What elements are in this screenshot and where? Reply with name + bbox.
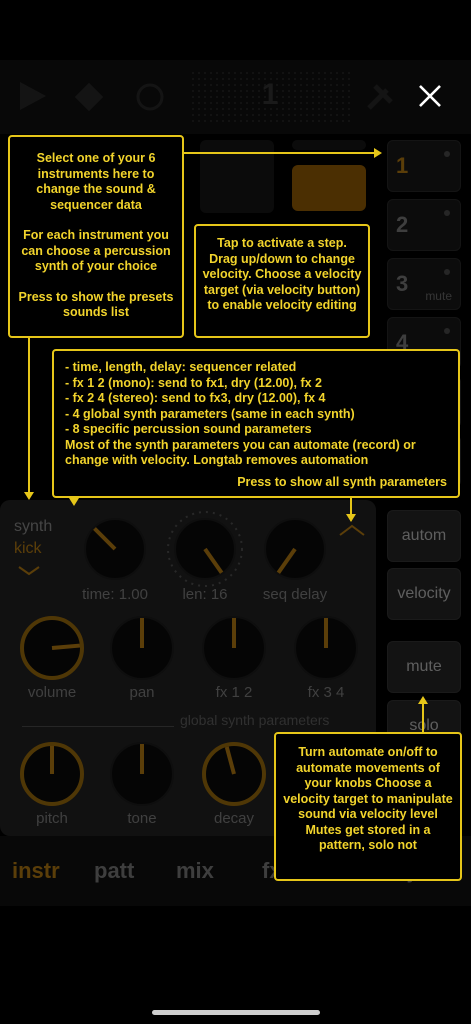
led-indicator bbox=[444, 210, 450, 216]
divider bbox=[22, 726, 174, 727]
pitch-knob[interactable] bbox=[20, 742, 84, 806]
led-indicator bbox=[444, 328, 450, 334]
velocity-button[interactable]: velocity bbox=[387, 568, 461, 620]
tone-knob[interactable] bbox=[110, 742, 174, 806]
tip-footer: Press to show all synth parameters bbox=[237, 474, 447, 489]
instrument-button-2[interactable]: 2 bbox=[387, 199, 461, 251]
stop-icon[interactable] bbox=[135, 82, 165, 112]
synth-name[interactable]: kick bbox=[14, 540, 42, 558]
tip-instrument-select: Select one of your 6 instruments here to… bbox=[8, 135, 184, 338]
tip-text: Select one of your 6 instruments here to… bbox=[36, 151, 156, 212]
volume-label: volume bbox=[27, 684, 77, 701]
led-indicator bbox=[444, 269, 450, 275]
fx12-label: fx 1 2 bbox=[215, 684, 253, 701]
length-label: len: 16 bbox=[182, 586, 228, 603]
record-icon[interactable] bbox=[72, 82, 106, 112]
autom-button[interactable]: autom bbox=[387, 510, 461, 562]
pan-knob[interactable] bbox=[110, 616, 174, 680]
tip-step-pads: Tap to activate a step. Drag up/down to … bbox=[194, 224, 370, 338]
chevron-up-icon[interactable] bbox=[339, 524, 365, 536]
play-icon[interactable] bbox=[18, 80, 48, 112]
step-pad[interactable] bbox=[292, 140, 366, 150]
step-pad[interactable] bbox=[200, 165, 274, 213]
tip-line: Most of the synth parameters you can aut… bbox=[65, 437, 416, 468]
pitch-label: pitch bbox=[36, 810, 68, 827]
volume-knob[interactable] bbox=[20, 616, 84, 680]
time-label: time: 1.00 bbox=[82, 586, 148, 603]
tip-line: - time, length, delay: sequencer related bbox=[65, 360, 297, 374]
tip-text: Tap to activate a step. Drag up/down to … bbox=[202, 236, 362, 312]
tip-line: - 4 global synth parameters (same in eac… bbox=[65, 406, 355, 421]
tip-autom-velocity: Turn automate on/off to automate movemen… bbox=[274, 732, 462, 881]
tab-patt[interactable]: patt bbox=[94, 858, 134, 884]
decay-label: decay bbox=[213, 810, 255, 827]
instrument-button-3[interactable]: 3 mute bbox=[387, 258, 461, 310]
time-knob[interactable] bbox=[84, 518, 146, 580]
close-icon[interactable] bbox=[418, 84, 442, 108]
led-indicator bbox=[444, 151, 450, 157]
fx34-knob[interactable] bbox=[294, 616, 358, 680]
knob-ring bbox=[167, 511, 243, 587]
tone-label: tone bbox=[127, 810, 157, 827]
fx12-knob[interactable] bbox=[202, 616, 266, 680]
instrument-number: 1 bbox=[396, 153, 409, 178]
seq-delay-knob[interactable] bbox=[264, 518, 326, 580]
tab-instr[interactable]: instr bbox=[12, 858, 60, 884]
mute-label: mute bbox=[425, 289, 452, 303]
tip-text: Turn automate on/off to automate movemen… bbox=[283, 745, 453, 852]
counter-value: 1 bbox=[261, 78, 279, 111]
tip-line: - fx 2 4 (stereo): send to fx3, dry (12.… bbox=[65, 391, 326, 405]
tip-text: Press to show the presets sounds list bbox=[18, 289, 174, 320]
tools-icon[interactable] bbox=[365, 82, 397, 112]
step-pad-active[interactable] bbox=[292, 165, 366, 211]
tip-line: - 8 specific percussion sound parameters bbox=[65, 422, 312, 436]
pan-label: pan bbox=[129, 684, 155, 701]
tip-synth-params: - time, length, delay: sequencer related… bbox=[52, 349, 460, 498]
global-params-label: global synth parameters bbox=[180, 712, 330, 728]
chevron-down-icon[interactable] bbox=[18, 566, 40, 576]
fx34-label: fx 3 4 bbox=[307, 684, 345, 701]
instrument-number: 2 bbox=[396, 212, 409, 237]
home-indicator bbox=[152, 1010, 320, 1015]
seq-delay-label: seq delay bbox=[262, 586, 328, 603]
instrument-button-1[interactable]: 1 bbox=[387, 140, 461, 192]
tip-text: For each instrument you can choose a per… bbox=[21, 228, 171, 273]
tab-mix[interactable]: mix bbox=[176, 858, 214, 884]
mute-button[interactable]: mute bbox=[387, 641, 461, 693]
tip-line: - fx 1 2 (mono): send to fx1, dry (12.00… bbox=[65, 375, 323, 390]
pattern-counter: 1 bbox=[190, 70, 350, 122]
instrument-number: 3 bbox=[396, 271, 409, 296]
synth-type-label: synth bbox=[14, 518, 53, 535]
decay-knob[interactable] bbox=[202, 742, 266, 806]
